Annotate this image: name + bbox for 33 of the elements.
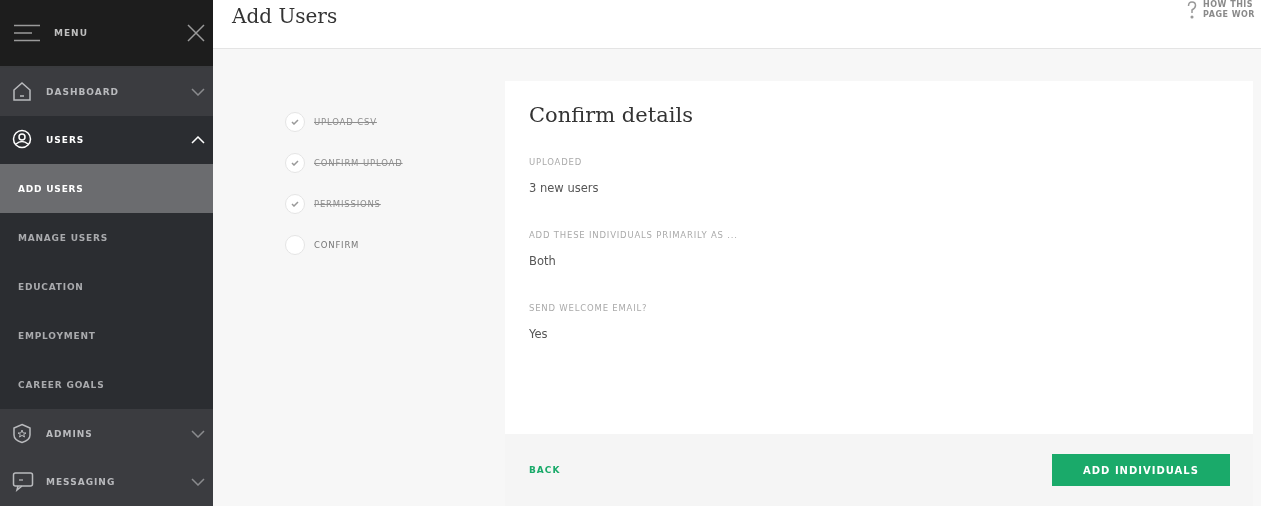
field-value: Yes [529,327,549,341]
chevron-up-icon [191,136,205,145]
field-label: ADD THESE INDIVIDUALS PRIMARILY AS ... [529,230,739,240]
sidebar-subitem[interactable]: ADD USERS [0,164,213,214]
card-title: Confirm details [529,103,694,127]
help-link[interactable]: HOW THIS PAGE WOR [1187,0,1255,20]
step-label: CONFIRM-UPLOAD [314,158,403,168]
menu-icon [14,23,40,42]
sidebar-item[interactable]: ADMINS [0,409,213,458]
shield-icon [12,422,34,445]
step-label: PERMISSIONS [314,199,381,209]
add-individuals-button[interactable]: ADD INDIVIDUALS [1052,454,1230,486]
step-label: CONFIRM [314,240,360,250]
sidebar-item[interactable]: DASHBOARD [0,67,213,117]
check-icon [291,160,299,166]
page-title: Add Users [232,4,338,28]
step-label: UPLOAD-CSV [314,117,377,127]
home-icon [12,80,34,103]
field-label: UPLOADED [529,157,583,167]
check-icon [291,119,299,125]
chevron-down-icon [191,477,205,486]
field-value: 3 new users [529,181,600,195]
question-icon [1187,1,1198,19]
chevron-down-icon [191,429,205,438]
chat-icon [12,470,34,493]
check-icon [291,201,299,207]
chevron-down-icon [191,87,205,96]
close-button[interactable] [187,23,205,42]
close-icon [187,23,205,42]
sidebar-item[interactable]: MESSAGING [0,457,213,506]
menu-label: MENU [54,27,89,38]
field-label: SEND WELCOME EMAIL? [529,303,649,313]
field-value: Both [529,254,557,268]
